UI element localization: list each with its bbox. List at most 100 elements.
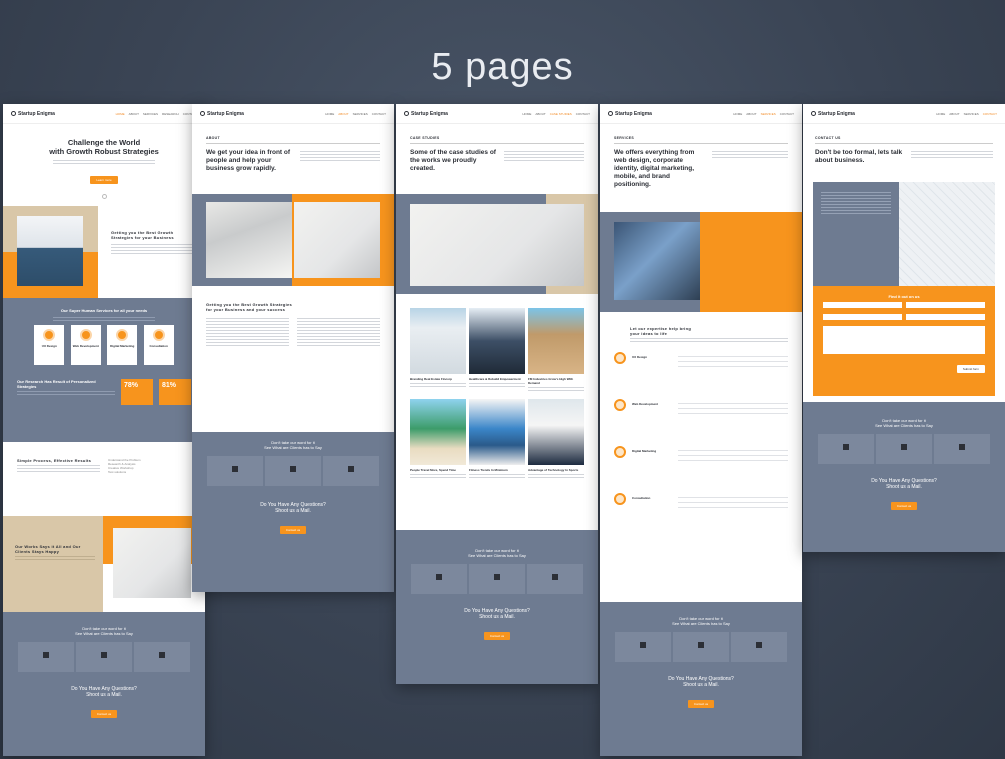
page-title: We get your idea in front of people and … <box>206 149 291 172</box>
page-case-studies-preview: Startup Enigma HOME ABOUT CASE STUDIES CONT… <box>396 104 598 684</box>
hero-title-1: Challenge the World <box>67 138 141 147</box>
case-card[interactable]: Advantage of Technology In Sports <box>528 399 584 480</box>
nav-contact[interactable]: CONTACT <box>576 112 590 116</box>
web-icon <box>79 329 92 341</box>
nav-links: HOME ABOUT SERVICES RESEARCH CONTACT <box>116 112 197 116</box>
expertise-section: Let our expertise help bring your ideas … <box>600 312 802 342</box>
nav-services[interactable]: SERVICES <box>964 112 979 116</box>
hero-title-2: with Growth Robust Strategies <box>49 147 159 156</box>
nav-contact[interactable]: CONTACT <box>780 112 794 116</box>
cta-button[interactable]: Contact us <box>483 632 511 640</box>
case-card[interactable]: People Travel More, Spend Time <box>410 399 466 480</box>
nav-contact[interactable]: CONTACT <box>983 112 997 116</box>
logo[interactable]: Startup Enigma <box>811 111 855 117</box>
nav-home[interactable]: HOME <box>936 112 945 116</box>
cta-button[interactable]: Contact us <box>279 526 307 534</box>
nav-home[interactable]: HOME <box>325 112 334 116</box>
stats-title: Our Research Has Result of Personalized … <box>17 379 96 389</box>
nav-research[interactable]: RESEARCH <box>162 112 179 116</box>
intro-section: Getting you the Best Growth Strategies f… <box>3 206 205 298</box>
contact-hero: CONTACT US Don't be too formal, lets tal… <box>803 124 1005 182</box>
service-card-marketing[interactable]: Digital Marketing <box>107 325 138 365</box>
page-label: CASE STUDIES <box>410 136 440 140</box>
testimonials-sub: See What are Clients has to Say <box>75 631 133 636</box>
email-field[interactable] <box>906 302 985 308</box>
avatar <box>436 574 442 580</box>
testimonial-card <box>411 564 467 594</box>
testimonial-card <box>134 642 190 672</box>
nav-home[interactable]: HOME <box>116 112 125 116</box>
logo[interactable]: Startup Enigma <box>608 111 652 117</box>
ux-icon <box>614 352 626 364</box>
case-section: Our Works Says it All and Our Clients St… <box>3 516 205 612</box>
testimonial-card <box>876 434 932 464</box>
nav-case-studies[interactable]: CASE STUDIES <box>550 112 572 116</box>
case-grid: Branding Real Estate Fincorp Healthcare … <box>396 294 598 480</box>
cta-button[interactable]: Contact us <box>90 710 118 718</box>
nav-about[interactable]: ABOUT <box>746 112 756 116</box>
logo[interactable]: Startup Enigma <box>11 111 55 117</box>
nav-services[interactable]: SERVICES <box>353 112 368 116</box>
locations-section <box>803 182 1005 286</box>
nav-about[interactable]: ABOUT <box>949 112 959 116</box>
service-card-ux[interactable]: UX Design <box>34 325 65 365</box>
service-row: Web Development <box>600 379 802 426</box>
services-section: Our Super Human Services for all your ne… <box>3 298 205 442</box>
case-card[interactable]: Fitness Trends In Minimum <box>469 399 525 480</box>
hero-button[interactable]: Learn more <box>90 176 118 184</box>
cta-button[interactable]: Contact us <box>687 700 715 708</box>
case-card[interactable]: FM Industries Grow's High With Demand <box>528 308 584 393</box>
case-title: Our Works Says it All and Our Clients St… <box>15 544 81 554</box>
laptop-photo <box>206 202 292 278</box>
name-field[interactable] <box>823 302 902 308</box>
avatar <box>959 444 965 450</box>
avatar <box>698 642 704 648</box>
logo[interactable]: Startup Enigma <box>404 111 448 117</box>
avatar <box>43 652 49 658</box>
scroll-icon[interactable] <box>101 194 107 199</box>
message-field[interactable] <box>823 326 985 354</box>
stat-1: 78% <box>121 379 153 405</box>
service-card-web[interactable]: Web Development <box>70 325 101 365</box>
logo-icon <box>200 111 205 116</box>
page-label: ABOUT <box>206 136 220 140</box>
avatar <box>159 652 165 658</box>
testimonial-card <box>265 456 321 486</box>
section-title: Getting you the Best Growth Strategies f… <box>206 302 293 312</box>
phone-field[interactable] <box>823 314 902 320</box>
case-hero: CASE STUDIES Some of the case studies of… <box>396 124 598 194</box>
process-section: Simple Process, Effective Results Unders… <box>3 442 205 516</box>
nav-home[interactable]: HOME <box>733 112 742 116</box>
page-title: We offers everything from web design, co… <box>614 149 695 188</box>
service-card-consult[interactable]: Consultation <box>143 325 174 365</box>
cta-line-2: Shoot us a Mail. <box>275 508 311 514</box>
nav-about[interactable]: ABOUT <box>535 112 545 116</box>
avatar <box>494 574 500 580</box>
page-title: Don't be too formal, lets talk about bus… <box>815 149 903 164</box>
logo[interactable]: Startup Enigma <box>200 111 244 117</box>
testimonials-footer: Don't take our word for it See What are … <box>803 402 1005 552</box>
consult-icon <box>614 493 626 505</box>
subject-field[interactable] <box>906 314 985 320</box>
testimonial-card <box>323 456 379 486</box>
phone-photo <box>614 222 700 300</box>
nav-about[interactable]: ABOUT <box>338 112 348 116</box>
nav-services[interactable]: SERVICES <box>761 112 776 116</box>
avatar <box>843 444 849 450</box>
testimonials-footer: Don't take our word for it See What are … <box>396 530 598 684</box>
map[interactable] <box>899 182 995 286</box>
testimonials-footer: Don't take our word for it See What are … <box>3 612 205 756</box>
testimonials-footer: Don't take our word for it See What are … <box>192 432 394 592</box>
web-icon <box>614 399 626 411</box>
nav-services[interactable]: SERVICES <box>143 112 158 116</box>
nav-home[interactable]: HOME <box>522 112 531 116</box>
cta-button[interactable]: Contact us <box>890 502 918 510</box>
case-photo <box>469 399 525 465</box>
nav-contact[interactable]: CONTACT <box>372 112 386 116</box>
testimonial-card <box>207 456 263 486</box>
nav-about[interactable]: ABOUT <box>129 112 139 116</box>
testimonials-footer: Don't take our word for it See What are … <box>600 602 802 756</box>
case-card[interactable]: Branding Real Estate Fincorp <box>410 308 466 393</box>
submit-button[interactable]: Submit form <box>956 365 985 373</box>
case-card[interactable]: Healthcare & Rebuild Empowerment <box>469 308 525 393</box>
